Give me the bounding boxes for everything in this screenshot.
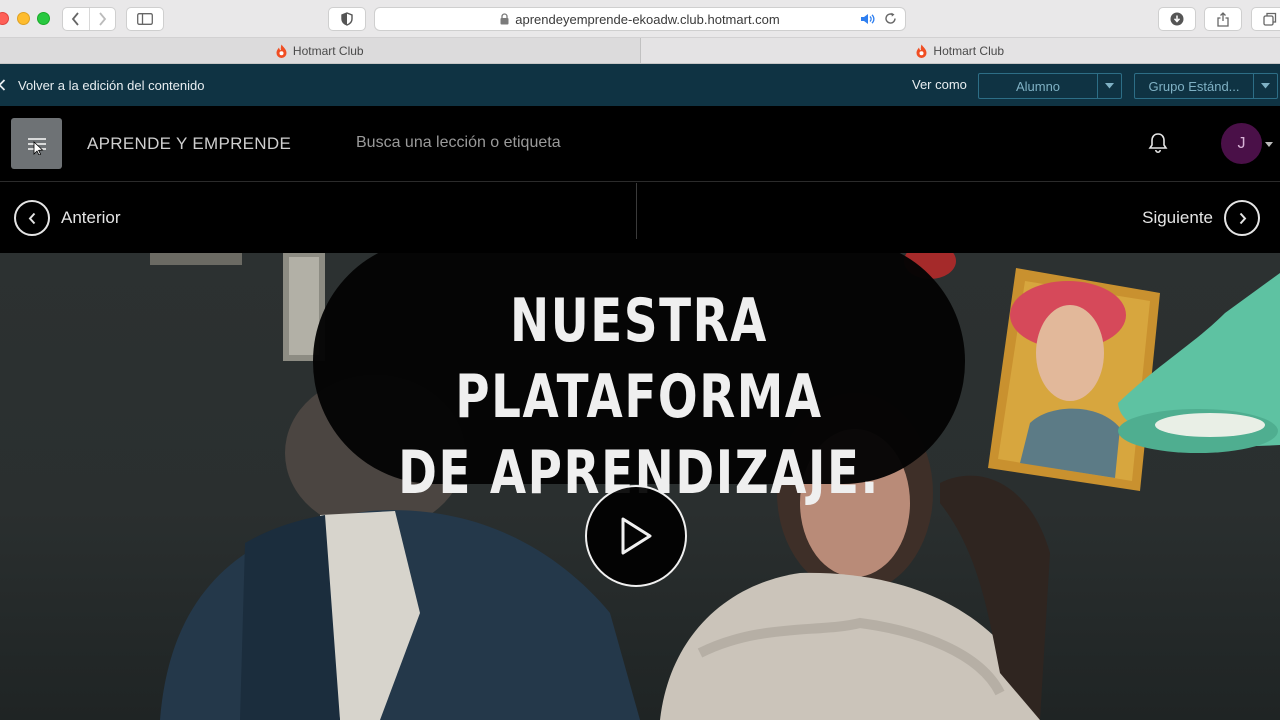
headline-line-1: NUESTRA PLATAFORMA (455, 286, 823, 432)
browser-toolbar: aprendeyemprende-ekoadw.club.hotmart.com (0, 0, 1280, 38)
hotmart-flame-icon (916, 44, 927, 58)
menu-list-icon (27, 137, 46, 155)
nav-divider (636, 183, 637, 239)
shield-icon (341, 12, 353, 26)
chevron-left-icon (14, 200, 50, 236)
chevron-right-icon (99, 12, 107, 26)
next-lesson-button[interactable]: Siguiente (1142, 200, 1260, 236)
next-lesson-label: Siguiente (1142, 208, 1213, 227)
caret-down-icon (1253, 74, 1277, 98)
show-tabs-button[interactable] (1251, 7, 1280, 31)
url-text: aprendeyemprende-ekoadw.club.hotmart.com (515, 11, 780, 27)
browser-tab[interactable]: Hotmart Club (639, 38, 1280, 63)
site-brand[interactable]: APRENDE Y EMPRENDE (87, 134, 291, 154)
hotmart-flame-icon (276, 44, 287, 58)
video-player[interactable]: NUESTRA PLATAFORMA DE APRENDIZAJE. (0, 253, 1280, 720)
share-button[interactable] (1204, 7, 1242, 31)
speaker-icon[interactable] (860, 13, 876, 25)
chevron-left-icon (0, 79, 6, 91)
video-headline: NUESTRA PLATAFORMA DE APRENDIZAJE. (385, 283, 894, 511)
play-icon (621, 517, 652, 555)
view-as-label: Ver como (912, 77, 967, 92)
zoom-window-button[interactable] (37, 12, 50, 25)
downloads-button[interactable] (1158, 7, 1196, 31)
previous-lesson-label: Anterior (61, 208, 121, 227)
share-icon (1217, 11, 1229, 27)
caret-down-icon[interactable] (1265, 142, 1273, 147)
caret-down-icon (1097, 74, 1121, 98)
reload-icon[interactable] (884, 12, 897, 25)
chevron-left-icon (72, 12, 80, 26)
chevron-right-icon (1224, 200, 1260, 236)
back-to-edit-link[interactable]: Volver a la edición del contenido (0, 64, 204, 106)
lock-icon (500, 13, 509, 25)
lesson-search-input[interactable] (356, 134, 856, 152)
close-window-button[interactable] (0, 12, 9, 25)
sidebar-icon (137, 13, 153, 25)
minimize-window-button[interactable] (17, 12, 30, 25)
tabs-overview-icon (1263, 12, 1277, 26)
back-button[interactable] (63, 8, 89, 30)
view-as-select[interactable]: Alumno (978, 73, 1122, 99)
download-icon (1170, 12, 1184, 26)
group-value: Grupo Estánd... (1148, 78, 1240, 94)
tab-title: Hotmart Club (933, 43, 1005, 58)
forward-button[interactable] (88, 8, 115, 30)
menu-button[interactable] (11, 118, 62, 169)
user-avatar[interactable]: J (1221, 123, 1262, 164)
back-to-edit-label: Volver a la edición del contenido (18, 77, 205, 93)
privacy-report-button[interactable] (328, 7, 366, 31)
sidebar-toggle-button[interactable] (126, 7, 164, 31)
site-header: APRENDE Y EMPRENDE J (0, 106, 1280, 182)
browser-tab-bar: Hotmart Club Hotmart Club (0, 38, 1280, 64)
history-nav-group (62, 7, 116, 31)
play-button[interactable] (585, 485, 687, 587)
tab-title: Hotmart Club (292, 43, 364, 58)
lesson-navigation: Anterior Siguiente (0, 183, 1280, 253)
view-as-value: Alumno (1015, 78, 1061, 94)
address-bar[interactable]: aprendeyemprende-ekoadw.club.hotmart.com (374, 7, 906, 31)
previous-lesson-button[interactable]: Anterior (14, 200, 121, 236)
content-edit-bar: Volver a la edición del contenido Ver co… (0, 64, 1280, 106)
browser-tab[interactable]: Hotmart Club (0, 38, 640, 63)
group-select[interactable]: Grupo Estánd... (1134, 73, 1278, 99)
notifications-bell-icon[interactable] (1148, 132, 1168, 154)
